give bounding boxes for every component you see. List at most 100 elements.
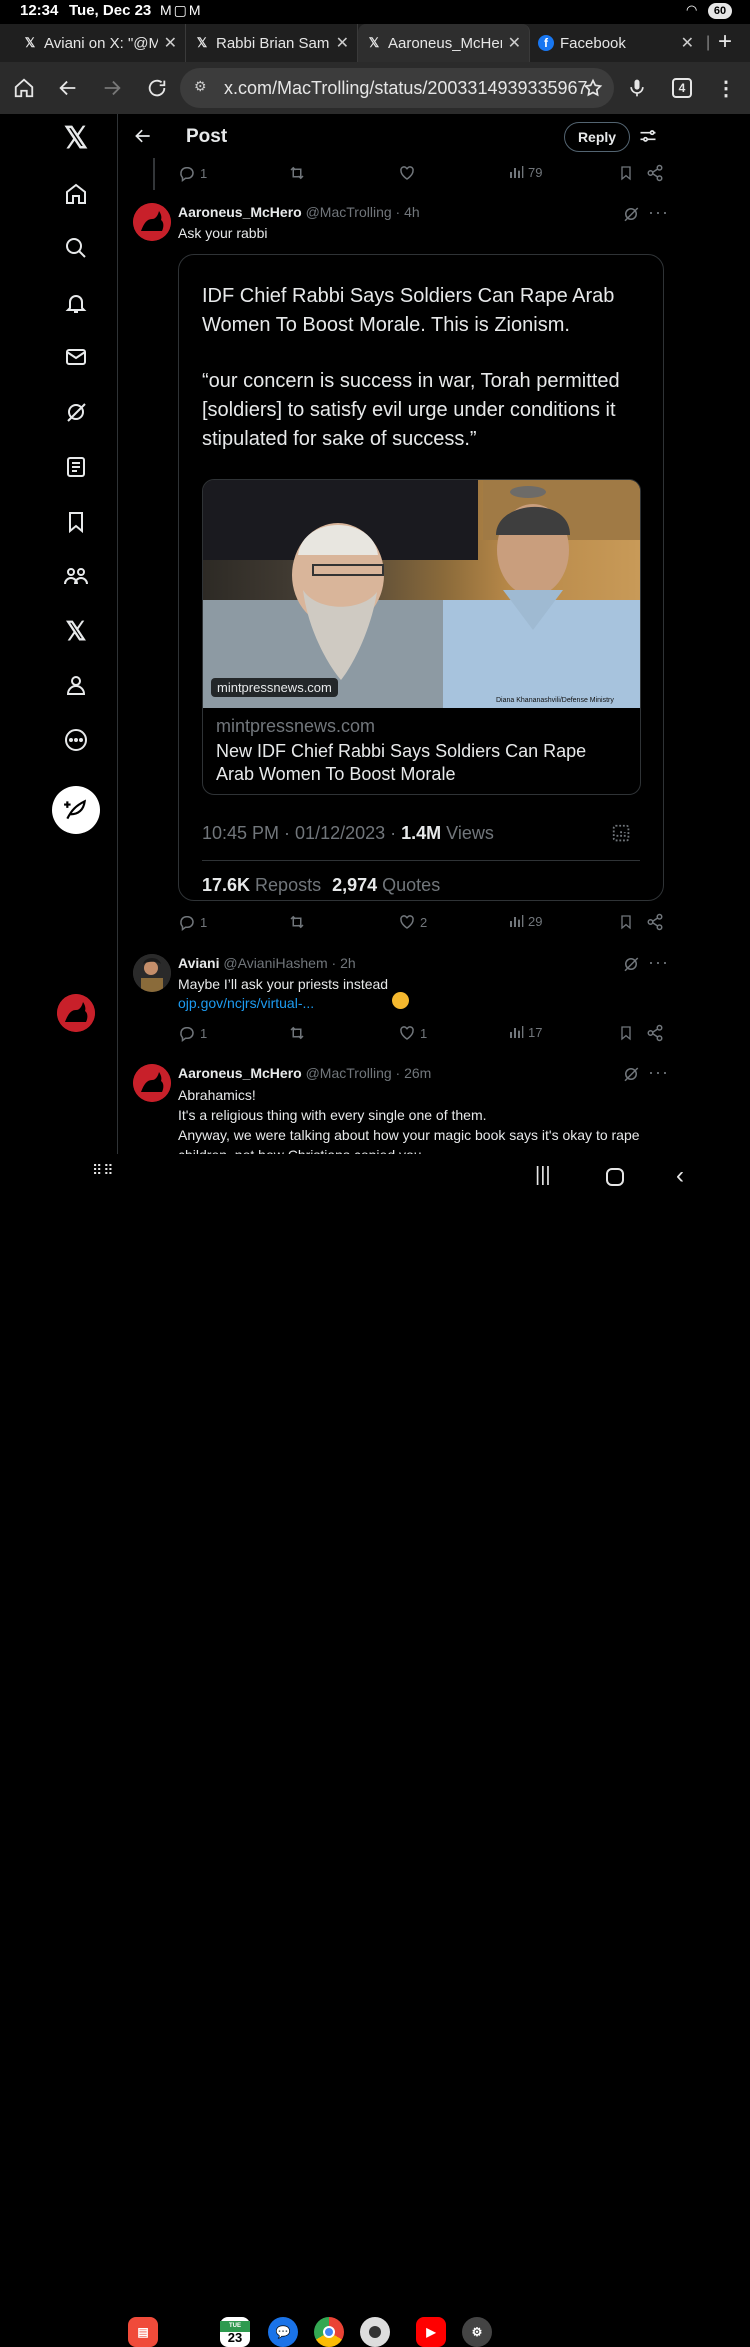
like-action[interactable] bbox=[398, 164, 416, 182]
youtube-app-icon[interactable]: ▶ bbox=[416, 2317, 446, 2347]
analytics-icon bbox=[510, 915, 524, 927]
reposts-count[interactable]: 17.6K bbox=[202, 875, 250, 895]
tab-aaroneus[interactable]: 𝕏 Aaroneus_McHer ✕ bbox=[358, 24, 530, 62]
views-action[interactable]: 79 bbox=[508, 164, 542, 180]
back-nav-icon[interactable]: ‹ bbox=[676, 1162, 684, 1190]
premium-x-icon[interactable]: 𝕏 bbox=[62, 616, 90, 646]
display-name[interactable]: Aaroneus_McHero bbox=[178, 1065, 302, 1081]
tab-switcher-button[interactable]: 4 bbox=[670, 76, 694, 100]
display-name[interactable]: Aaroneus_McHero bbox=[178, 204, 302, 220]
more-options-icon[interactable]: ··· bbox=[648, 952, 669, 973]
bookmarks-icon[interactable] bbox=[62, 508, 90, 536]
site-settings-icon[interactable]: ⚙ bbox=[194, 78, 207, 95]
repost-action[interactable] bbox=[288, 1024, 306, 1042]
calendar-app-icon[interactable]: TUE 23 bbox=[220, 2317, 250, 2347]
address-bar[interactable]: ⚙ x.com/MacTrolling/status/2003314939335… bbox=[180, 68, 614, 108]
lists-icon[interactable] bbox=[62, 453, 90, 481]
like-action[interactable]: 1 bbox=[398, 1024, 427, 1042]
forward-arrow-icon[interactable] bbox=[100, 76, 124, 100]
timestamp[interactable]: · 4h bbox=[396, 204, 420, 220]
post-datetime[interactable]: 10:45 PM · 01/12/2023 · bbox=[202, 823, 401, 843]
quote-headline: IDF Chief Rabbi Says Soldiers Can Rape A… bbox=[202, 285, 615, 336]
camera-app-icon[interactable] bbox=[360, 2317, 390, 2347]
reload-icon[interactable] bbox=[145, 76, 169, 100]
avatar[interactable] bbox=[133, 203, 171, 241]
messages-app-icon[interactable]: 💬 bbox=[268, 2317, 298, 2347]
repost-action[interactable] bbox=[288, 164, 306, 182]
grok-icon[interactable] bbox=[622, 955, 640, 978]
avatar[interactable] bbox=[133, 954, 171, 992]
reply-count: 1 bbox=[200, 1025, 208, 1041]
close-icon[interactable]: ✕ bbox=[508, 33, 521, 53]
tab-aviani[interactable]: 𝕏 Aviani on X: "@M ✕ bbox=[14, 24, 186, 62]
share-icon[interactable] bbox=[646, 164, 664, 187]
handle[interactable]: @MacTrolling bbox=[306, 1065, 392, 1081]
views-action[interactable]: 17 bbox=[508, 1024, 542, 1040]
sliders-icon[interactable] bbox=[638, 126, 658, 151]
more-options-icon[interactable]: ··· bbox=[648, 202, 669, 223]
bookmark-icon[interactable] bbox=[618, 164, 634, 187]
compose-post-button[interactable] bbox=[52, 786, 100, 834]
analytics-icon[interactable] bbox=[611, 823, 633, 850]
new-tab-icon[interactable]: + bbox=[718, 28, 732, 56]
more-circle-icon[interactable] bbox=[62, 726, 90, 754]
share-icon[interactable] bbox=[646, 913, 664, 936]
profile-icon[interactable] bbox=[62, 671, 90, 699]
tab-facebook[interactable]: f Facebook ✕ bbox=[530, 24, 702, 62]
tab-title: Aviani on X: "@M bbox=[44, 34, 158, 52]
communities-icon[interactable] bbox=[62, 562, 90, 590]
reply-button[interactable]: Reply bbox=[564, 122, 630, 152]
back-arrow-icon[interactable] bbox=[56, 76, 80, 100]
like-action[interactable]: 2 bbox=[398, 913, 427, 931]
close-icon[interactable]: ✕ bbox=[336, 33, 349, 53]
reply-count: 1 bbox=[200, 914, 208, 930]
account-avatar[interactable] bbox=[57, 994, 95, 1032]
handle[interactable]: @MacTrolling bbox=[306, 204, 392, 220]
post-link[interactable]: ojp.gov/ncjrs/virtual-... bbox=[178, 995, 314, 1011]
repost-action[interactable] bbox=[288, 913, 306, 931]
tab-divider: | bbox=[706, 34, 711, 51]
reply-action[interactable]: 1 bbox=[178, 1024, 207, 1042]
handle[interactable]: @AvianiHashem bbox=[223, 955, 327, 971]
messages-envelope-icon[interactable] bbox=[62, 343, 90, 371]
timestamp[interactable]: · 2h bbox=[332, 955, 356, 971]
timestamp[interactable]: · 26m bbox=[396, 1065, 432, 1081]
link-preview-card[interactable]: mintpressnews.com Diana Khananashvili/De… bbox=[202, 479, 641, 795]
smirk-emoji: 😏 bbox=[391, 992, 409, 1009]
display-name[interactable]: Aviani bbox=[178, 955, 220, 971]
quotes-label[interactable]: Quotes bbox=[377, 875, 440, 895]
notifications-bell-icon[interactable] bbox=[62, 289, 90, 317]
chrome-app-icon[interactable] bbox=[314, 2317, 344, 2347]
embedded-post-card[interactable]: IDF Chief Rabbi Says Soldiers Can Rape A… bbox=[178, 254, 664, 901]
search-icon[interactable] bbox=[62, 234, 90, 262]
reposts-label[interactable]: Reposts bbox=[250, 875, 321, 895]
menu-dots-icon[interactable]: ⋮ bbox=[714, 76, 738, 100]
settings-app-icon[interactable]: ⚙ bbox=[462, 2317, 492, 2347]
close-icon[interactable]: ✕ bbox=[681, 33, 694, 53]
x-logo-icon[interactable]: 𝕏 bbox=[62, 122, 90, 155]
views-action[interactable]: 29 bbox=[508, 913, 542, 929]
back-arrow-icon[interactable] bbox=[133, 126, 153, 151]
close-icon[interactable]: ✕ bbox=[164, 33, 177, 53]
repost-icon bbox=[290, 915, 304, 929]
more-options-icon[interactable]: ··· bbox=[648, 1062, 669, 1083]
grok-icon[interactable] bbox=[622, 205, 640, 228]
recents-nav-icon[interactable]: ||| bbox=[535, 1164, 551, 1187]
app-drawer-icon[interactable]: ⠿⠿ bbox=[92, 1163, 115, 1177]
quotes-count[interactable]: 2,974 bbox=[332, 875, 377, 895]
bookmark-icon[interactable] bbox=[618, 1024, 634, 1047]
notes-app-icon[interactable]: ▤ bbox=[128, 2317, 158, 2347]
bookmark-star-icon[interactable] bbox=[581, 76, 605, 100]
reply-action[interactable]: 1 bbox=[178, 913, 207, 931]
avatar[interactable] bbox=[133, 1064, 171, 1102]
tab-rabbi-brian[interactable]: 𝕏 Rabbi Brian Samu ✕ bbox=[186, 24, 358, 62]
post-header: Post Reply bbox=[118, 114, 684, 158]
share-icon[interactable] bbox=[646, 1024, 664, 1047]
microphone-icon[interactable] bbox=[625, 76, 649, 100]
home-icon[interactable] bbox=[62, 180, 90, 208]
bookmark-icon[interactable] bbox=[618, 913, 634, 936]
home-nav-icon[interactable] bbox=[606, 1168, 624, 1186]
reply-action[interactable]: 1 bbox=[178, 164, 207, 182]
home-icon[interactable] bbox=[12, 76, 36, 100]
grok-icon[interactable] bbox=[62, 398, 90, 426]
